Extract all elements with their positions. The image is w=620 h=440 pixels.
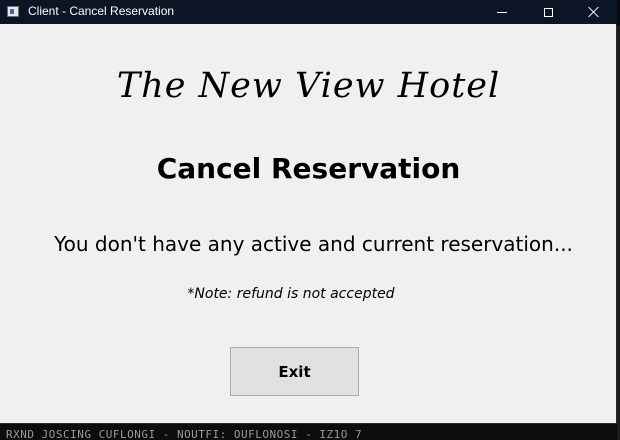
hotel-name: The New View Hotel	[116, 66, 501, 106]
close-button[interactable]	[571, 0, 617, 24]
minimize-icon	[497, 11, 507, 13]
reservation-message: You don't have any active and current re…	[54, 232, 573, 256]
app-icon	[7, 6, 19, 17]
maximize-icon	[543, 7, 553, 17]
window-title: Client - Cancel Reservation	[28, 4, 175, 18]
desktop: RXND JOSCING CUFLONGI - NOUTFI: OUFLONOS…	[0, 0, 620, 440]
background-terminal-text: RXND JOSCING CUFLONGI - NOUTFI: OUFLONOS…	[6, 428, 363, 440]
exit-button[interactable]: Exit	[230, 347, 359, 396]
page-title: Cancel Reservation	[156, 152, 461, 185]
app-window: Client - Cancel Reservation The New View…	[0, 0, 617, 424]
minimize-button[interactable]	[479, 0, 525, 24]
close-icon	[588, 6, 600, 18]
refund-note: *Note: refund is not accepted	[187, 286, 395, 302]
title-bar[interactable]: Client - Cancel Reservation	[0, 0, 617, 24]
maximize-button[interactable]	[525, 0, 571, 24]
